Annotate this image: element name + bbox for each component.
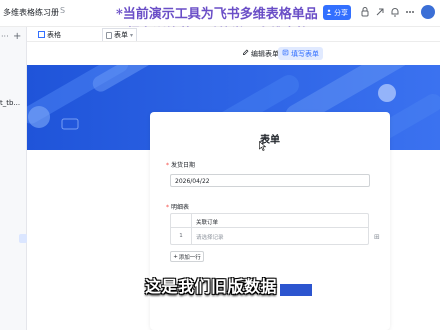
lock-icon[interactable]: [359, 6, 371, 18]
tab-form-view[interactable]: 表单 ▾: [102, 28, 138, 41]
pencil-icon: [242, 49, 249, 58]
person-icon: [326, 9, 332, 17]
form-toolbar: 编辑表单 填写表单: [27, 44, 440, 62]
add-row-button[interactable]: + 添加一行: [170, 251, 204, 262]
form-fill-icon: [282, 49, 289, 58]
date-field-label-text: 发货日期: [171, 162, 196, 169]
app-window: 多维表格练习册 S 分享 *当前演示工具为飞书多维表格单品 报名训练营，系统学习…: [0, 0, 440, 330]
share-button[interactable]: 分享: [323, 5, 351, 20]
date-field-label: * 发货日期: [166, 160, 195, 169]
tab-grid-view[interactable]: 表格: [35, 28, 64, 41]
link-share-icon[interactable]: [374, 6, 386, 18]
sidebar-item-table[interactable]: t_tb...: [0, 99, 20, 107]
sidebar-more-icon[interactable]: ···: [1, 32, 9, 41]
chevron-down-icon[interactable]: ▾: [130, 32, 133, 39]
column-header-linked-order: 关联订单: [191, 214, 368, 228]
sidebar: ··· + t_tb...: [0, 27, 27, 330]
drag-handle-icon[interactable]: ⊞: [374, 233, 380, 241]
tab-label: 表格: [47, 30, 61, 39]
sidebar-active-marker: [19, 234, 27, 243]
required-mark: *: [166, 162, 169, 169]
doc-title[interactable]: 多维表格练习册: [3, 7, 59, 18]
promo-text-line-1: *当前演示工具为飞书多维表格单品: [116, 7, 318, 22]
form-title: 表单: [260, 135, 280, 146]
date-field[interactable]: 2026/04/22: [170, 174, 370, 187]
add-row-label: 添加一行: [178, 254, 201, 261]
detail-table: 关联订单 1 请选择记录: [170, 213, 369, 245]
bell-icon[interactable]: [389, 6, 401, 18]
view-tabs: 表格 表单 ▾: [27, 27, 440, 42]
share-button-label: 分享: [334, 8, 348, 17]
tab-label: 表单: [114, 31, 128, 39]
row-number: 1: [179, 233, 183, 239]
linked-record-select[interactable]: 请选择记录: [191, 228, 368, 244]
fill-form-button[interactable]: 填写表单: [278, 47, 323, 60]
avatar[interactable]: [421, 5, 435, 19]
sidebar-add-icon[interactable]: +: [13, 31, 21, 42]
video-subtitle: 这是我们旧版数据: [145, 277, 278, 296]
doc-title-suffix: S: [60, 6, 66, 15]
required-mark: *: [166, 204, 169, 211]
form-card: 表单 * 发货日期 2026/04/22 * 明细表 关联订单 1 请选择记录 + …: [150, 112, 390, 330]
subtitle-background: [280, 284, 312, 296]
plus-icon: +: [173, 253, 178, 260]
more-icon[interactable]: [404, 6, 416, 18]
detail-table-header: 关联订单: [171, 214, 368, 228]
edit-form-button[interactable]: 编辑表单: [238, 47, 283, 60]
fill-form-label: 填写表单: [291, 49, 319, 58]
form-icon: [106, 31, 112, 39]
edit-form-label: 编辑表单: [251, 49, 279, 58]
detail-field-label: * 明细表: [166, 202, 189, 211]
detail-field-label-text: 明细表: [171, 204, 190, 211]
grid-icon: [38, 31, 45, 38]
mouse-cursor-icon: [259, 140, 267, 153]
